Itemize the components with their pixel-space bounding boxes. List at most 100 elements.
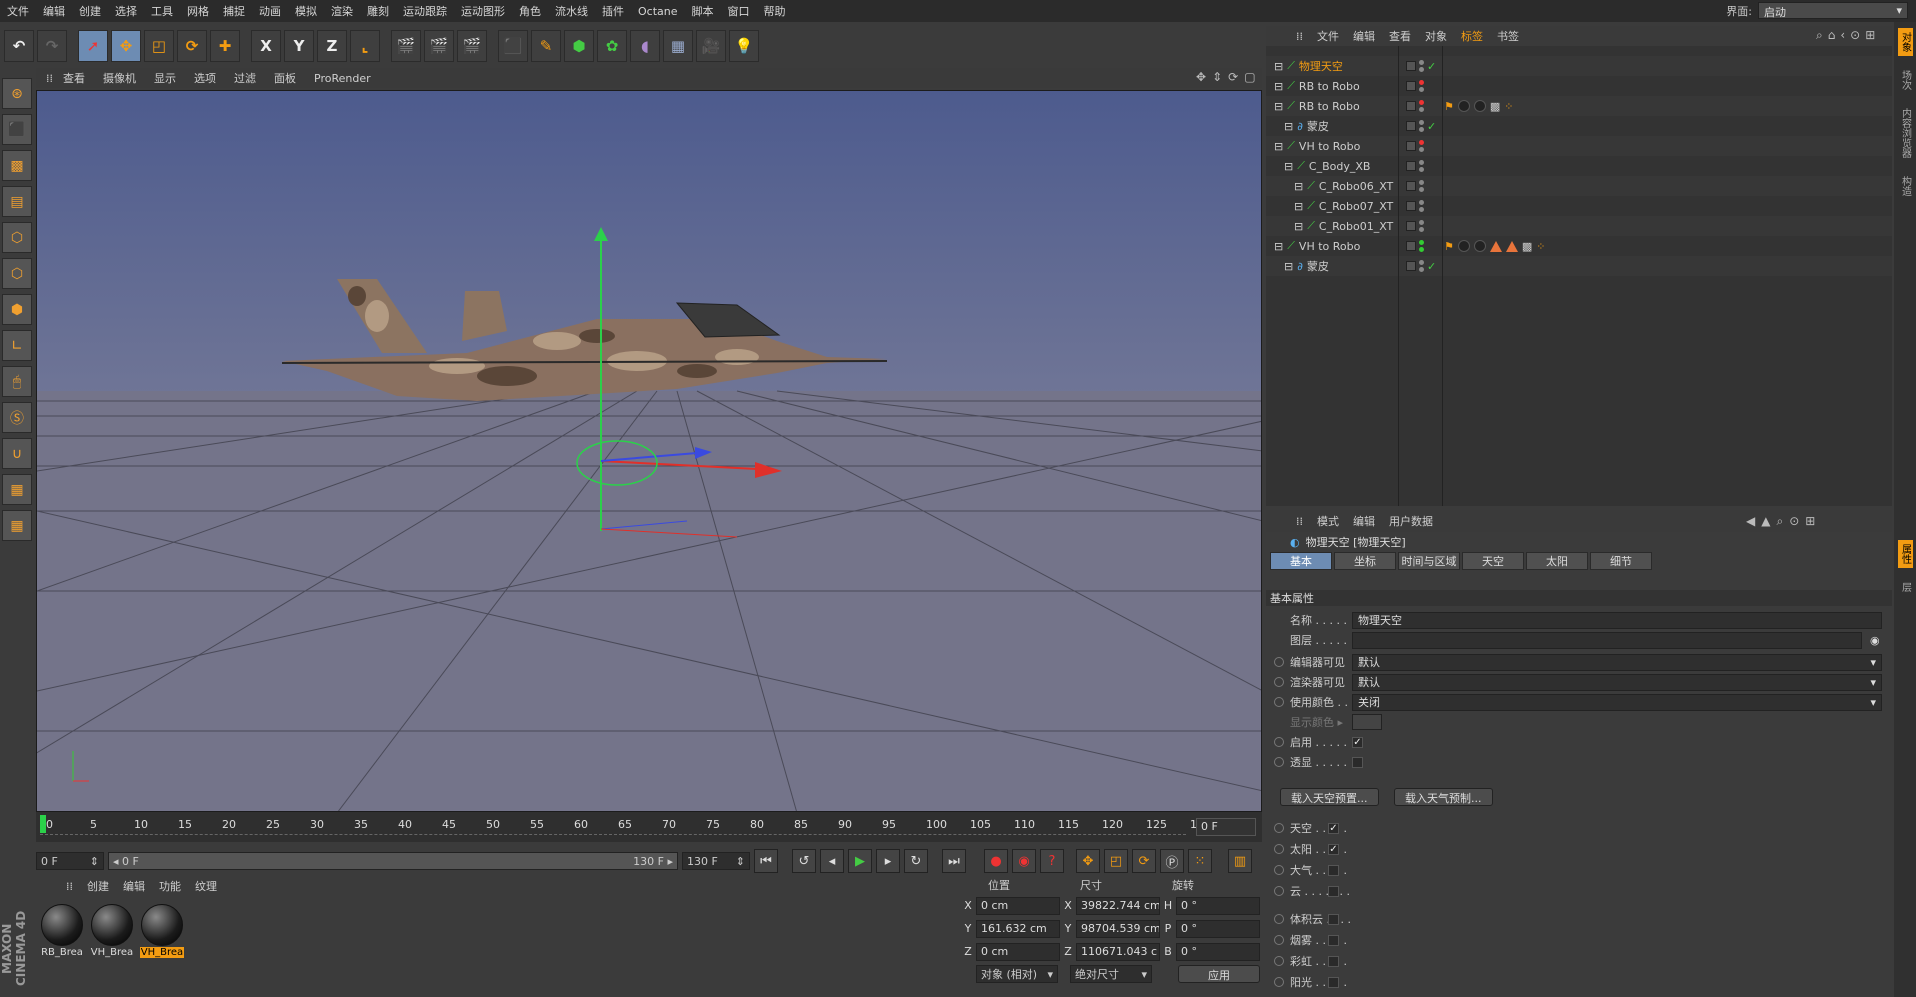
lock-icon[interactable]: ⊙ xyxy=(1789,514,1799,529)
animate-radio[interactable] xyxy=(1274,657,1284,667)
viewport-menu-item[interactable]: 选项 xyxy=(186,70,224,86)
polygons-mode-button[interactable]: ⬢ xyxy=(2,294,32,325)
material-menu-item[interactable]: 功能 xyxy=(153,878,187,894)
cube-button[interactable]: ⬛ xyxy=(498,30,528,62)
visibility-toggle[interactable] xyxy=(1406,201,1416,211)
object-row[interactable]: ⊟ ⟋ C_Robo06_XT xyxy=(1266,176,1892,196)
menu-item[interactable]: Octane xyxy=(631,5,685,18)
axis-x-button[interactable]: X xyxy=(251,30,281,62)
attribute-tab[interactable]: 时间与区域 xyxy=(1398,552,1460,570)
layout-select[interactable]: 启动 ▾ xyxy=(1758,2,1908,19)
viewport-menu-item[interactable]: 面板 xyxy=(266,70,304,86)
menu-item[interactable]: 角色 xyxy=(512,3,548,19)
load-weather-preset-button[interactable]: 载入天气预制... xyxy=(1394,788,1493,806)
goto-end-button[interactable]: ⏭ xyxy=(942,849,966,873)
expand-icon[interactable]: ⊟ xyxy=(1274,240,1283,253)
axis-mode-button[interactable]: ∟ xyxy=(2,330,32,361)
viewport-menu-item[interactable]: 摄像机 xyxy=(95,70,144,86)
animate-radio[interactable] xyxy=(1274,977,1284,987)
layer-picker-icon[interactable]: ◉ xyxy=(1870,634,1880,647)
coordinate-system-button[interactable]: ⌞ xyxy=(350,30,380,62)
visibility-toggle[interactable] xyxy=(1406,241,1416,251)
object-row[interactable]: ⊟ ⟋ C_Body_XB xyxy=(1266,156,1892,176)
menu-item[interactable]: 文件 xyxy=(0,3,36,19)
visibility-dots[interactable] xyxy=(1419,80,1424,92)
points-mode-button[interactable]: ⬡ xyxy=(2,222,32,253)
rotate-tool-button[interactable]: ⟳ xyxy=(177,30,207,62)
new-window-icon[interactable]: ⊞ xyxy=(1865,28,1875,43)
visibility-dots[interactable] xyxy=(1419,60,1424,72)
new-window-icon[interactable]: ⊞ xyxy=(1805,514,1815,529)
object-menu-item[interactable]: 对象 xyxy=(1419,28,1453,44)
animate-radio[interactable] xyxy=(1274,677,1284,687)
right-strip-tab[interactable]: 内容浏览器 xyxy=(1898,104,1913,162)
animate-radio[interactable] xyxy=(1274,737,1284,747)
coord-size-field[interactable]: 98704.539 cm xyxy=(1076,919,1160,938)
visibility-toggle[interactable] xyxy=(1406,101,1416,111)
animate-radio[interactable] xyxy=(1274,935,1284,945)
subdivision-button[interactable]: ⬢ xyxy=(564,30,594,62)
expand-icon[interactable]: ⊟ xyxy=(1274,100,1283,113)
texture-mode-button[interactable]: ▩ xyxy=(2,150,32,181)
animate-radio[interactable] xyxy=(1274,823,1284,833)
toggle-checkbox[interactable] xyxy=(1328,976,1339,988)
expand-icon[interactable]: ⊟ xyxy=(1294,200,1303,213)
object-row[interactable]: ⊟ ∂ 蒙皮 ✓ xyxy=(1266,256,1892,276)
range-slider[interactable]: ◂ 0 F 130 F ▸ xyxy=(108,852,678,870)
visibility-toggle[interactable] xyxy=(1406,221,1416,231)
expand-icon[interactable]: ⊟ xyxy=(1274,140,1283,153)
up-arrow-icon[interactable]: ▲ xyxy=(1761,514,1770,529)
object-menu-item[interactable]: 查看 xyxy=(1383,28,1417,44)
prev-frame-button[interactable]: ◂ xyxy=(820,849,844,873)
menu-item[interactable]: 插件 xyxy=(595,3,631,19)
coord-rot-field[interactable]: 0 ° xyxy=(1176,919,1260,938)
attribute-tab[interactable]: 基本 xyxy=(1270,552,1332,570)
array-button[interactable]: ✿ xyxy=(597,30,627,62)
editor-visible-select[interactable]: 默认 ▾ xyxy=(1352,653,1882,671)
record-keys-button[interactable]: ● xyxy=(984,849,1008,873)
coord-rot-field[interactable]: 0 ° xyxy=(1176,942,1260,961)
menu-item[interactable]: 模拟 xyxy=(288,3,324,19)
constraint-tag-icon[interactable]: ⚑ xyxy=(1444,240,1454,253)
viewport-menu-item[interactable]: 查看 xyxy=(55,70,93,86)
axis-z-button[interactable]: Z xyxy=(317,30,347,62)
redo-button[interactable]: ↷ xyxy=(37,30,67,62)
key-param-button[interactable]: Ⓟ xyxy=(1160,849,1184,873)
checker-tag-icon[interactable]: ▩ xyxy=(1522,240,1532,253)
menu-item[interactable]: 选择 xyxy=(108,3,144,19)
right-strip-tab[interactable]: 属性 xyxy=(1897,540,1913,568)
checker-tag-icon[interactable]: ▩ xyxy=(1490,100,1500,113)
toggle-checkbox[interactable] xyxy=(1328,955,1339,967)
right-strip-tab[interactable]: 构造 xyxy=(1898,172,1913,200)
visibility-dots[interactable] xyxy=(1419,120,1424,132)
visibility-dots[interactable] xyxy=(1419,160,1424,172)
next-key-button[interactable]: ↻ xyxy=(904,849,928,873)
orbit-icon[interactable]: ⟳ xyxy=(1228,70,1238,84)
coord-pos-field[interactable]: 0 cm xyxy=(976,896,1060,915)
expand-icon[interactable]: ⊟ xyxy=(1294,220,1303,233)
back-icon[interactable]: ‹ xyxy=(1840,28,1845,43)
coord-pos-field[interactable]: 161.632 cm xyxy=(976,919,1060,938)
transform-tool-button[interactable]: ✚ xyxy=(210,30,240,62)
object-menu-item[interactable]: 标签 xyxy=(1455,28,1489,44)
autokey-button[interactable]: ◉ xyxy=(1012,849,1036,873)
right-strip-tab[interactable]: 场次 xyxy=(1898,66,1913,94)
mograph-tag-icon[interactable] xyxy=(1505,240,1518,252)
undo-button[interactable]: ↶ xyxy=(4,30,34,62)
check-icon[interactable]: ✓ xyxy=(1427,260,1436,273)
visibility-toggle[interactable] xyxy=(1406,141,1416,151)
object-row[interactable]: ⊟ ⟋ VH to Robo ⚑ ▩ ⁘ xyxy=(1266,236,1892,256)
goto-start-button[interactable]: ⏮ xyxy=(754,849,778,873)
name-field[interactable]: 物理天空 xyxy=(1352,611,1882,629)
animate-radio[interactable] xyxy=(1274,757,1284,767)
aircraft-model[interactable] xyxy=(281,279,888,401)
deformer-button[interactable]: ◖ xyxy=(630,30,660,62)
coord-size-field[interactable]: 39822.744 cm xyxy=(1076,896,1160,915)
mograph-tag-icon[interactable] xyxy=(1489,240,1502,252)
viewport-menu-item[interactable]: 显示 xyxy=(146,70,184,86)
object-row[interactable]: ⊟ ⟋ C_Robo07_XT xyxy=(1266,196,1892,216)
start-frame-field[interactable]: 0 F ⇕ xyxy=(36,852,104,870)
display-color-swatch[interactable] xyxy=(1352,714,1382,730)
expand-icon[interactable]: ⊟ xyxy=(1274,80,1283,93)
render-visible-select[interactable]: 默认 ▾ xyxy=(1352,673,1882,691)
